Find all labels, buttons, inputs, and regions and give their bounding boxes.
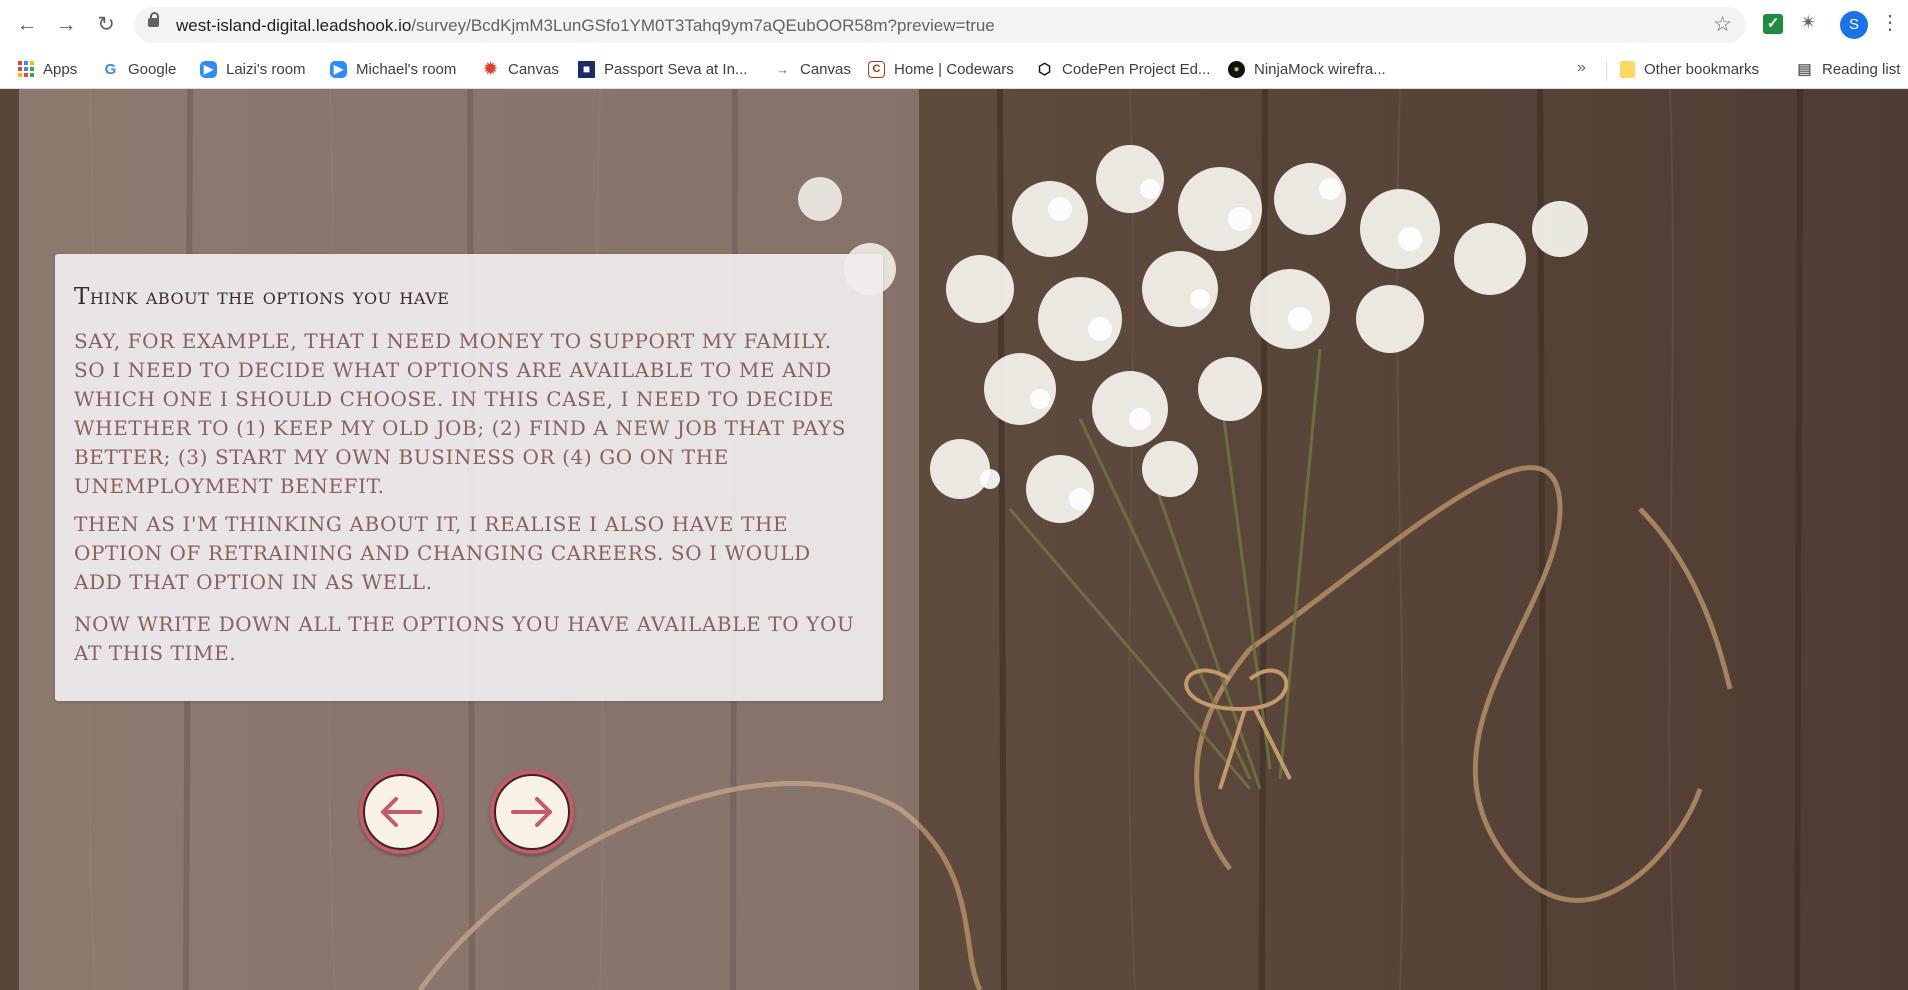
question-paragraph-1: Say, for example, that I need money to s…: [74, 329, 847, 498]
left-edge-shade: [0, 89, 19, 990]
bookmark-michaels-room[interactable]: ▶ Michael's room: [330, 56, 456, 82]
bookmark-label: Home | Codewars: [894, 60, 1014, 78]
bookmarks-overflow-chevron-icon[interactable]: »: [1577, 59, 1586, 77]
question-paragraph-2: Then as I'm thinking about it, I realise…: [74, 512, 811, 594]
arrow-right-icon: [511, 797, 552, 827]
bookmark-label: NinjaMock wirefra...: [1254, 60, 1386, 78]
bookmark-label: Laizi's room: [226, 60, 306, 78]
forward-arrow-icon[interactable]: →: [53, 12, 79, 38]
bookmark-label: Apps: [43, 60, 78, 78]
browser-toolbar: ← → ↻ west-island-digital.leadshook.io/s…: [0, 0, 1908, 50]
reading-list-label: Reading list: [1822, 60, 1901, 78]
codewars-icon: C: [868, 60, 885, 78]
bookmarks-divider: [1606, 61, 1607, 81]
ninjamock-icon: ●: [1228, 60, 1245, 78]
bookmark-label: Michael's room: [356, 60, 457, 78]
codepen-icon: ⬡: [1037, 60, 1052, 78]
bookmark-codepen[interactable]: ⬡ CodePen Project Ed...: [1036, 56, 1210, 82]
bookmark-label: Canvas: [800, 60, 851, 78]
url-text[interactable]: west-island-digital.leadshook.io/survey/…: [176, 16, 995, 36]
profile-avatar[interactable]: S: [1840, 11, 1868, 39]
bookmark-star-icon[interactable]: ☆: [1713, 12, 1732, 37]
apps-grid-icon: [18, 61, 34, 77]
bookmark-laizis-room[interactable]: ▶ Laizi's room: [200, 56, 306, 82]
arrow-left-icon: [381, 797, 422, 827]
extensions-puzzle-icon[interactable]: ✴: [1800, 10, 1817, 35]
bookmarks-bar: Apps G Google ▶ Laizi's room ▶ Michael's…: [0, 50, 1908, 88]
next-button[interactable]: [490, 770, 574, 854]
back-button[interactable]: [359, 770, 443, 854]
reload-icon[interactable]: ↻: [93, 12, 119, 38]
zoom-icon: ▶: [330, 60, 347, 78]
menu-kebab-icon[interactable]: ⋮: [1880, 10, 1900, 35]
reading-list-button[interactable]: ▤ Reading list: [1796, 56, 1900, 82]
bookmark-ninjamock[interactable]: ● NinjaMock wirefra...: [1228, 56, 1386, 82]
folder-icon: [1620, 60, 1635, 78]
url-domain: west-island-digital.leadshook.io: [176, 16, 412, 35]
bookmark-google[interactable]: G Google: [102, 56, 177, 82]
question-card: Think about the options you have Say, fo…: [55, 254, 883, 701]
bookmark-label: Canvas: [508, 60, 559, 78]
arrow-icon: →: [776, 61, 789, 77]
browser-chrome: ← → ↻ west-island-digital.leadshook.io/s…: [0, 0, 1908, 89]
bookmark-codewars[interactable]: C Home | Codewars: [868, 56, 1014, 82]
survey-page: Think about the options you have Say, fo…: [0, 89, 1908, 990]
canvas-icon: ✹: [483, 60, 498, 78]
extension-check-icon[interactable]: ✓: [1763, 14, 1783, 34]
passport-icon: ■: [578, 60, 595, 78]
bookmark-other-bookmarks[interactable]: Other bookmarks: [1620, 56, 1759, 82]
bookmark-canvas-2[interactable]: → Canvas: [774, 56, 851, 82]
bookmark-label: Passport Seva at In...: [604, 60, 748, 78]
bookmark-label: Other bookmarks: [1644, 60, 1760, 78]
zoom-icon: ▶: [200, 60, 217, 78]
bookmark-apps[interactable]: Apps: [18, 56, 77, 82]
question-title: Think about the options you have: [74, 284, 450, 310]
reading-list-icon: ▤: [1797, 60, 1812, 78]
address-bar[interactable]: west-island-digital.leadshook.io/survey/…: [134, 7, 1746, 43]
lock-icon: [148, 12, 159, 27]
bookmark-label: Google: [128, 60, 177, 78]
bookmark-label: CodePen Project Ed...: [1062, 60, 1211, 78]
bookmark-passport-seva[interactable]: ■ Passport Seva at In...: [578, 56, 747, 82]
question-paragraph-3: Now write down all the options you have …: [74, 612, 855, 665]
bookmark-canvas[interactable]: ✹ Canvas: [482, 56, 559, 82]
url-path: /survey/BcdKjmM3LunGSfo1YM0T3Tahq9ym7aQE…: [411, 16, 995, 35]
google-icon: G: [104, 60, 117, 78]
back-arrow-icon[interactable]: ←: [14, 12, 40, 38]
